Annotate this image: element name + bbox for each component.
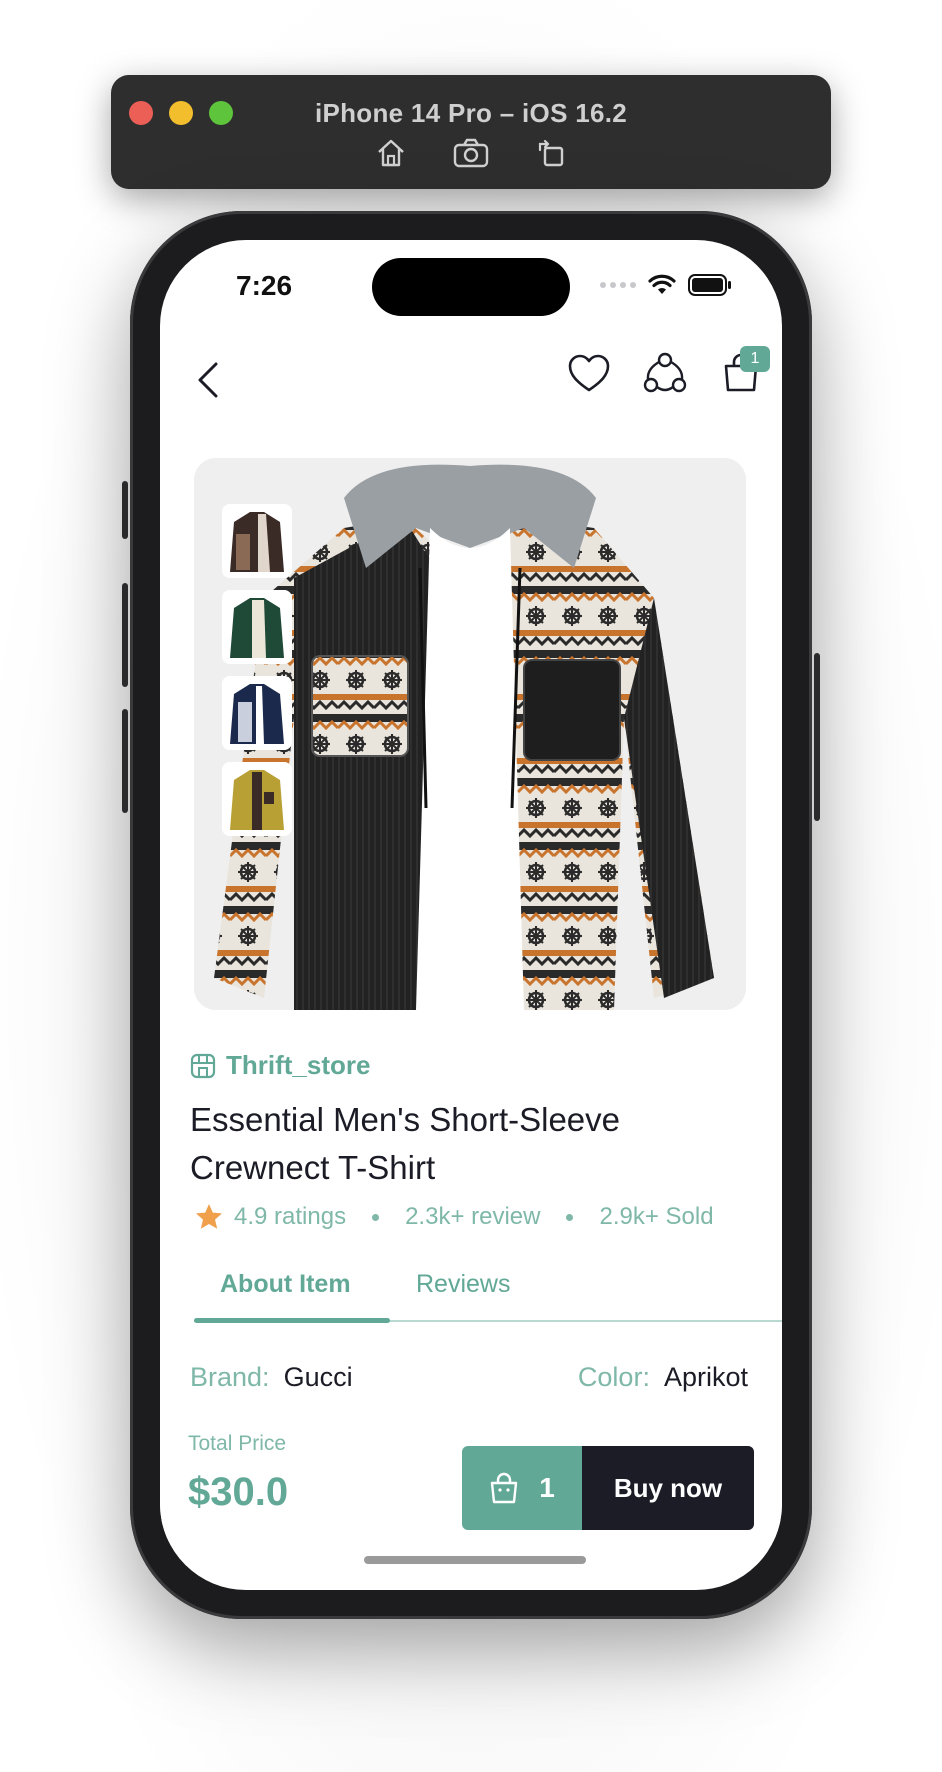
thumbnail-mustard-jacket[interactable] [222,762,292,836]
brand-attribute: Brand: Gucci [190,1362,353,1393]
share-button[interactable] [642,350,688,396]
rating-text: 4.9 ratings [234,1203,347,1230]
color-value: Aprikot [663,1362,748,1392]
product-title: Essential Men's Short-Sleeve Crewnect T-… [190,1101,620,1186]
product-stats: 4.9 ratings 2.3k+ review 2.9k+ Sold [194,1202,714,1232]
rotate-icon[interactable] [533,135,569,171]
volume-down-button [122,709,128,813]
simulator-title: iPhone 14 Pro – iOS 16.2 [314,98,628,128]
dynamic-island [372,258,570,316]
simulator-title-bar: iPhone 14 Pro – iOS 16.2 [111,75,831,189]
signal-icon [600,282,636,288]
mute-switch [122,481,128,539]
add-to-cart-button[interactable]: 1 [462,1446,582,1530]
tab-reviews[interactable]: Reviews [416,1270,510,1299]
separator-dot [372,1213,380,1221]
screenshot-icon[interactable] [453,135,489,171]
checkout-bar: Total Price $30.0 1 Buy now [160,1422,782,1542]
thumbnail-strip [222,504,292,836]
store-icon [190,1053,216,1078]
separator-dot [566,1213,574,1221]
status-time: 7:26 [236,270,293,301]
review-count[interactable]: 2.3k+ review [405,1203,540,1231]
brand-label: Brand: [190,1362,270,1392]
bag-icon [491,1472,518,1504]
total-price-label: Total Price [188,1432,287,1455]
star-icon [196,1204,222,1229]
status-indicators [600,274,732,296]
store-name: Thrift_store [226,1050,371,1080]
share-icon [643,352,687,393]
sold-count: 2.9k+ Sold [599,1203,714,1230]
total-price-value: $30.0 [188,1470,289,1514]
app-screen: 7:26 1 Thrift_store Essential Men's Shor… [160,240,782,1590]
header-actions: 1 [566,346,770,396]
back-button[interactable] [190,358,230,402]
home-icon[interactable] [373,135,409,171]
phone-frame: 7:26 1 Thrift_store Essential Men's Shor… [122,211,820,1619]
cart-count-badge: 1 [740,346,770,372]
cart-quantity: 1 [539,1472,555,1503]
simulator-stage: iPhone 14 Pro – iOS 16.2 7:26 1 Thrift_s… [0,0,942,1772]
active-tab-indicator [194,1318,390,1323]
thumbnail-green-jacket[interactable] [222,590,292,664]
battery-icon [688,274,731,296]
power-button [814,653,820,821]
tab-about-item[interactable]: About Item [220,1270,351,1299]
color-label: Color: [577,1362,650,1392]
thumbnail-plaid-jacket[interactable] [222,504,292,578]
buy-now-button[interactable]: Buy now [582,1446,754,1530]
brand-value: Gucci [283,1362,353,1392]
volume-up-button [122,583,128,687]
detail-tabs: About Item Reviews [194,1270,782,1323]
product-attributes: Brand: Gucci Color: Aprikot [190,1362,748,1393]
cart-button[interactable]: 1 [718,346,770,396]
product-image[interactable] [194,458,746,1010]
heart-icon [568,354,610,392]
purchase-controls: 1 Buy now [462,1446,754,1530]
favorite-button[interactable] [566,350,612,396]
simulator-toolbar [111,135,831,171]
scroll-fade [160,1390,782,1424]
home-indicator [364,1556,586,1564]
wifi-icon [648,274,676,294]
thumbnail-navy-jacket[interactable] [222,676,292,750]
color-attribute: Color: Aprikot [578,1362,748,1393]
store-link[interactable]: Thrift_store [190,1050,370,1081]
back-chevron-icon [198,362,218,398]
